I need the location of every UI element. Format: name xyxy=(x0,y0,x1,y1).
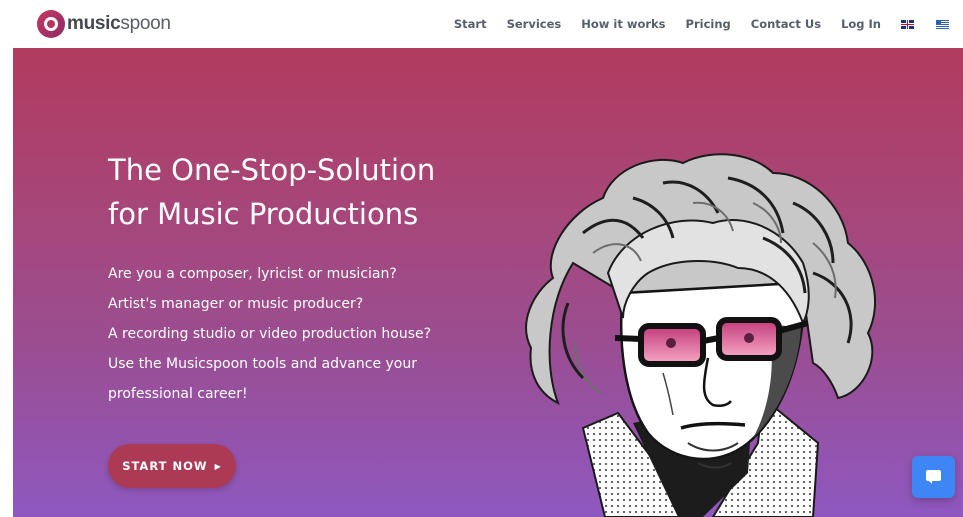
chat-widget-button[interactable] xyxy=(912,456,955,498)
start-now-label: START NOW xyxy=(122,459,208,473)
hero-headline: The One-Stop-Solution for Music Producti… xyxy=(108,148,528,236)
nav-services-link[interactable]: Services xyxy=(507,17,562,31)
brand-name: musicspoon xyxy=(67,13,171,34)
hero-banner: The One-Stop-Solution for Music Producti… xyxy=(13,48,963,517)
nav-contact-us-link[interactable]: Contact Us xyxy=(751,17,821,31)
hero-copy-line: Artist's manager or music producer? xyxy=(108,296,364,312)
hero-headline-line-2: for Music Productions xyxy=(108,197,419,231)
beethoven-illustration xyxy=(525,153,876,517)
main-navigation: Start Services How it works Pricing Cont… xyxy=(454,0,955,48)
nav-pricing-link[interactable]: Pricing xyxy=(686,17,731,31)
music-record-icon xyxy=(37,10,65,38)
hero-headline-line-1: The One-Stop-Solution xyxy=(108,153,436,187)
hero-description: Are you a composer, lyricist or musician… xyxy=(108,259,528,409)
hero-copy-line: Use the Musicspoon tools and advance you… xyxy=(108,356,417,372)
brand-logo[interactable]: musicspoon xyxy=(37,9,171,39)
top-navbar: musicspoon Start Services How it works P… xyxy=(0,0,963,48)
uk-flag-icon[interactable] xyxy=(901,19,914,29)
hero-copy-line: Are you a composer, lyricist or musician… xyxy=(108,266,397,282)
greek-flag-icon[interactable] xyxy=(936,19,949,29)
hero-copy-line: A recording studio or video production h… xyxy=(108,326,432,342)
nav-login-link[interactable]: Log In xyxy=(841,17,881,31)
nav-start-link[interactable]: Start xyxy=(454,17,487,31)
start-now-button[interactable]: START NOW ▶ xyxy=(108,444,236,488)
nav-how-it-works-link[interactable]: How it works xyxy=(581,17,665,31)
triangle-right-icon: ▶ xyxy=(214,461,222,471)
hero-copy-line: professional career! xyxy=(108,386,248,402)
